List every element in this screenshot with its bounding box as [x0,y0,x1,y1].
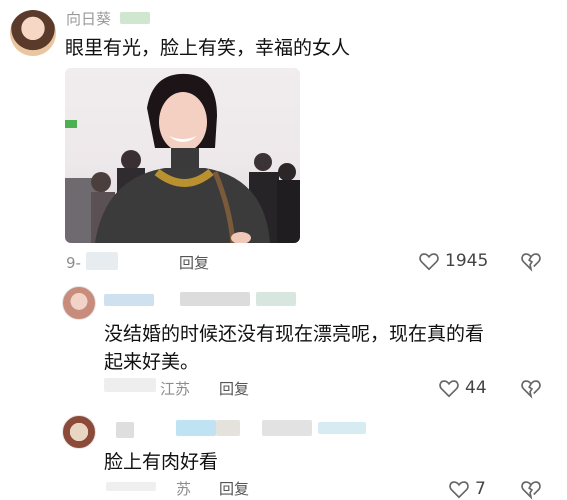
blurred-username [104,294,154,306]
blurred-badge [256,292,296,306]
blurred-username [176,420,216,436]
blurred-badge [318,422,366,434]
broken-heart-icon[interactable] [520,478,542,500]
comment-text: 没结婚的时候还没有现在漂亮呢，现在真的看 [104,323,485,345]
avatar[interactable] [62,286,96,320]
blurred-username [116,422,134,438]
photo-illustration [65,73,300,243]
blurred-username [216,420,240,436]
reply-button[interactable]: 回复 [179,252,209,273]
comment-photo[interactable] [65,68,300,243]
heart-icon[interactable] [418,250,440,272]
comment-meta: 江苏 [160,380,191,398]
blurred-meta [104,378,156,392]
blurred-meta [106,482,156,491]
blurred-username [180,292,250,306]
blurred-username [262,420,312,436]
like-count: 7 [475,479,486,499]
avatar[interactable] [62,415,96,449]
blurred-username [120,12,150,24]
heart-icon[interactable] [448,478,470,500]
avatar[interactable] [10,10,56,56]
comment-text: 起来好美。 [104,351,200,373]
comment-text: 脸上有肉好看 [104,451,219,473]
heart-icon[interactable] [438,377,460,399]
comment-text: 眼里有光，脸上有笑，幸福的女人 [65,37,351,59]
comment-username[interactable]: 向日葵 [66,8,111,29]
reply-button[interactable]: 回复 [219,378,249,399]
broken-heart-icon[interactable] [520,377,542,399]
reply-button[interactable]: 回复 [219,478,249,499]
comment-meta: 苏 [176,480,192,498]
broken-heart-icon[interactable] [520,250,542,272]
like-count: 44 [465,378,487,398]
blurred-meta [86,252,118,270]
like-count: 1945 [445,251,489,271]
